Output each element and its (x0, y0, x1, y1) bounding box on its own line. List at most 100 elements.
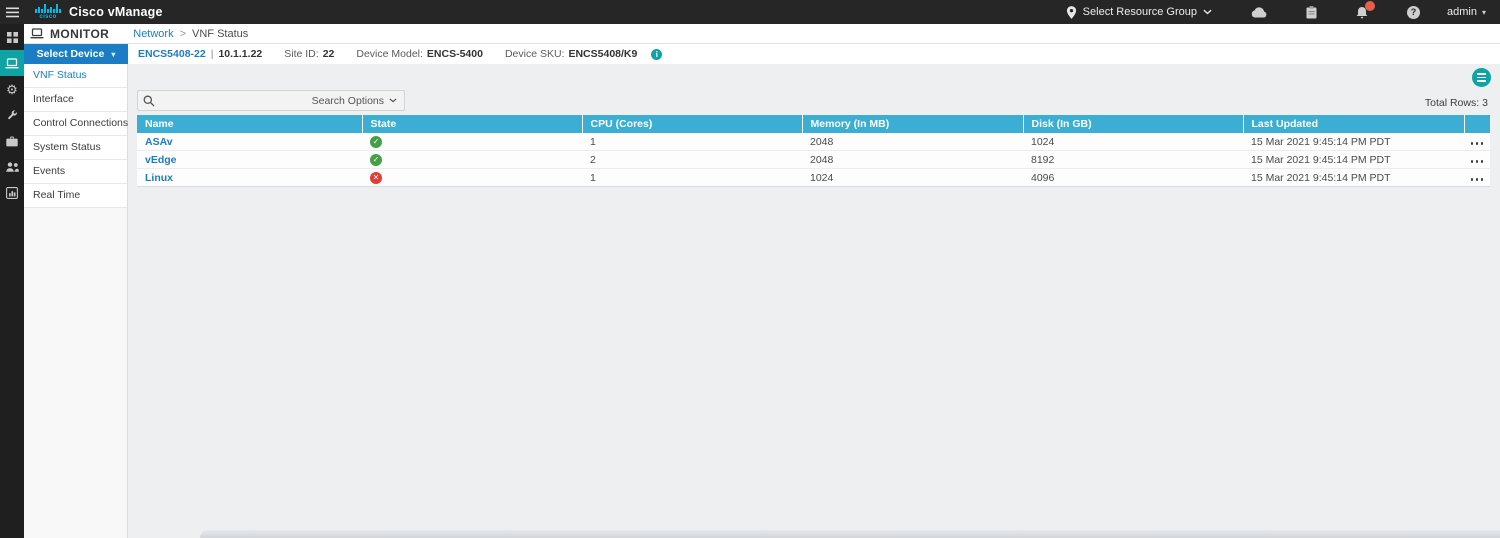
app-title: Cisco vManage (69, 5, 163, 19)
username: admin (1447, 6, 1477, 18)
site-id-value: 22 (322, 48, 335, 60)
sidebar-item-interface[interactable]: Interface (24, 88, 127, 112)
help-icon[interactable]: ? (1407, 5, 1421, 19)
total-rows-value: 3 (1482, 97, 1488, 109)
row-actions-button[interactable] (1469, 140, 1486, 147)
status-icon: ✕ (370, 171, 382, 184)
cloud-icon[interactable] (1251, 6, 1267, 18)
device-info-bar: Select Device ▾ ENCS5408-22 | 10.1.1.22 … (24, 44, 1500, 64)
search-options-dropdown[interactable]: Search Options (305, 95, 404, 107)
monitor-section-icon (30, 28, 44, 39)
device-ip: 10.1.1.22 (218, 48, 263, 60)
cisco-logo: cisco (35, 4, 61, 20)
vnf-name-link[interactable]: ASAv (145, 136, 173, 148)
nav-tools-icon[interactable] (0, 102, 24, 128)
table-menu-button[interactable] (1472, 68, 1491, 87)
cell-last-updated: 15 Mar 2021 9:45:14 PM PDT (1243, 168, 1464, 187)
cell-name: vEdge (137, 150, 362, 169)
cell-memory: 2048 (802, 150, 1023, 169)
caret-down-icon: ▾ (1481, 7, 1486, 17)
table-row: vEdge ✓ 2 2048 8192 15 Mar 2021 9:45:14 … (137, 150, 1490, 169)
vmanage-app: cisco Cisco vManage Select Resource Grou… (0, 0, 1500, 538)
caret-down-icon: ▾ (111, 49, 116, 59)
column-header-memory[interactable]: Memory (In MB) (802, 115, 1024, 133)
secondary-sidebar: VNF Status Interface Control Connections… (24, 64, 128, 538)
cell-cpu: 2 (582, 150, 802, 169)
vnf-status-table: Name State CPU (Cores) Memory (In MB) Di… (137, 115, 1490, 187)
table-header-row: Name State CPU (Cores) Memory (In MB) Di… (137, 115, 1490, 133)
chevron-down-icon (389, 98, 397, 103)
nav-analytics-icon[interactable] (0, 180, 24, 206)
cell-actions (1464, 150, 1490, 169)
cell-state: ✓ (362, 133, 582, 151)
cell-disk: 4096 (1023, 168, 1243, 187)
cell-state: ✓ (362, 150, 582, 169)
resource-group-label: Select Resource Group (1082, 6, 1198, 18)
column-header-actions (1464, 115, 1490, 133)
sidebar-item-vnf-status[interactable]: VNF Status (24, 64, 127, 88)
cell-state: ✕ (362, 168, 582, 187)
location-pin-icon (1066, 5, 1077, 19)
sidebar-item-events[interactable]: Events (24, 160, 127, 184)
monitor-titlebar: MONITOR Network > VNF Status (24, 24, 1500, 44)
cell-actions (1464, 133, 1490, 151)
breadcrumb: Network > VNF Status (133, 28, 248, 40)
vnf-name-link[interactable]: Linux (145, 172, 173, 184)
device-sku-value: ENCS5408/K9 (568, 48, 638, 60)
top-header: cisco Cisco vManage Select Resource Grou… (0, 0, 1500, 24)
table-row: ASAv ✓ 1 2048 1024 15 Mar 2021 9:45:14 P… (137, 133, 1490, 151)
user-menu[interactable]: admin ▾ (1447, 6, 1486, 18)
cell-cpu: 1 (582, 168, 802, 187)
device-info: ENCS5408-22 | 10.1.1.22 Site ID: 22 Devic… (128, 44, 1500, 64)
device-separator: | (210, 48, 214, 60)
nav-maintenance-icon[interactable] (0, 128, 24, 154)
notifications-bell-icon[interactable] (1356, 0, 1376, 19)
column-header-state[interactable]: State (362, 115, 583, 133)
notification-badge (1365, 0, 1376, 11)
status-icon: ✓ (370, 153, 382, 166)
sidebar-item-system-status[interactable]: System Status (24, 136, 127, 160)
cell-name: Linux (137, 168, 362, 187)
nav-configuration-icon[interactable]: ⚙ (0, 76, 24, 102)
device-name-link[interactable]: ENCS5408-22 (138, 48, 206, 60)
status-icon: ✓ (370, 135, 382, 148)
hamburger-menu-icon[interactable] (0, 0, 24, 24)
row-actions-button[interactable] (1469, 158, 1486, 165)
column-header-last-updated[interactable]: Last Updated (1243, 115, 1465, 133)
cell-disk: 1024 (1023, 133, 1243, 151)
search-input[interactable] (160, 93, 305, 108)
resource-group-selector[interactable]: Select Resource Group (1066, 5, 1212, 19)
breadcrumb-network-link[interactable]: Network (133, 28, 173, 40)
device-model-value: ENCS-5400 (426, 48, 483, 60)
cell-disk: 8192 (1023, 150, 1243, 169)
bottom-page-shadow (200, 530, 1500, 538)
nav-administration-icon[interactable] (0, 154, 24, 180)
search-icon (143, 95, 155, 107)
vnf-name-link[interactable]: vEdge (145, 154, 177, 166)
sidebar-item-real-time[interactable]: Real Time (24, 184, 127, 208)
sidebar-item-control-connections[interactable]: Control Connections (24, 112, 128, 136)
column-header-disk[interactable]: Disk (In GB) (1023, 115, 1244, 133)
device-model-label: Device Model: (356, 48, 423, 60)
row-actions-button[interactable] (1469, 176, 1486, 183)
breadcrumb-separator: > (179, 27, 187, 40)
info-icon[interactable]: i (651, 48, 663, 60)
column-header-name[interactable]: Name (137, 115, 363, 133)
column-header-cpu[interactable]: CPU (Cores) (582, 115, 803, 133)
nav-dashboard-icon[interactable] (0, 24, 24, 50)
cell-name: ASAv (137, 133, 362, 151)
tasks-clipboard-icon[interactable] (1306, 5, 1317, 19)
cell-last-updated: 15 Mar 2021 9:45:14 PM PDT (1243, 133, 1464, 151)
nav-monitor-icon[interactable] (0, 50, 24, 76)
chevron-down-icon (1203, 9, 1212, 15)
main-content: Search Options Total Rows: 3 Name State … (129, 64, 1500, 538)
cell-memory: 1024 (802, 168, 1023, 187)
site-id-label: Site ID: (284, 48, 319, 60)
select-device-label: Select Device (36, 48, 105, 60)
search-bar: Search Options (137, 90, 405, 111)
left-nav-rail: ⚙ (0, 24, 24, 538)
cell-cpu: 1 (582, 133, 802, 151)
select-device-button[interactable]: Select Device ▾ (24, 44, 128, 64)
section-title: MONITOR (50, 26, 110, 41)
cell-memory: 2048 (802, 133, 1023, 151)
